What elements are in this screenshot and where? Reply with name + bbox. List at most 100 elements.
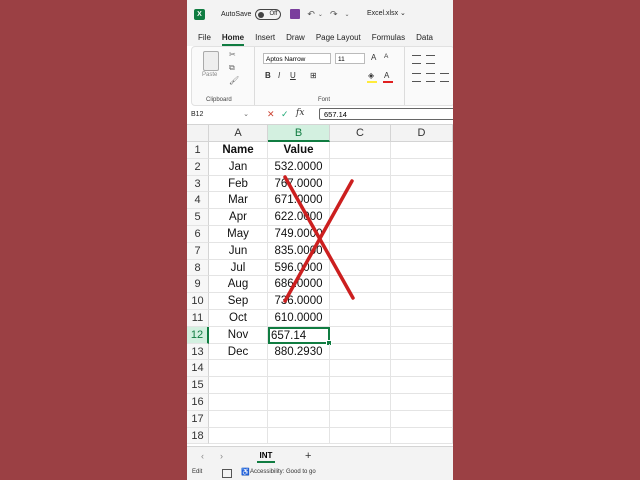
- row-header-13[interactable]: 13: [187, 343, 209, 361]
- column-header-a[interactable]: A: [209, 125, 268, 142]
- row-header-9[interactable]: 9: [187, 276, 209, 294]
- paste-icon[interactable]: [203, 51, 219, 71]
- row-header-8[interactable]: 8: [187, 259, 209, 277]
- add-sheet-button[interactable]: +: [305, 450, 311, 462]
- accessibility-icon[interactable]: ♿: [241, 468, 250, 476]
- row-header-1[interactable]: 1: [187, 142, 209, 159]
- row-header-12[interactable]: 12: [187, 326, 209, 344]
- cell-a3[interactable]: Feb: [209, 175, 268, 193]
- cut-icon[interactable]: ✂: [229, 50, 236, 59]
- file-name[interactable]: Excel.xlsx ⌄: [367, 9, 406, 17]
- cell-a11[interactable]: Oct: [209, 310, 268, 327]
- cell-c3[interactable]: [330, 175, 391, 193]
- cell-c11[interactable]: [330, 310, 391, 327]
- font-color-icon[interactable]: A: [384, 71, 389, 80]
- tab-home[interactable]: Home: [221, 33, 245, 46]
- cell-b17[interactable]: [268, 410, 330, 428]
- cell-d17[interactable]: [391, 410, 453, 428]
- row-header-4[interactable]: 4: [187, 192, 209, 210]
- cell-b6[interactable]: 749.0000: [268, 226, 330, 243]
- redo-icon[interactable]: ↷: [330, 9, 338, 20]
- cell-b1[interactable]: Value: [268, 142, 330, 159]
- cell-a13[interactable]: Dec: [209, 343, 268, 361]
- row-header-15[interactable]: 15: [187, 377, 209, 394]
- cell-d7[interactable]: [391, 242, 453, 260]
- cell-d5[interactable]: [391, 209, 453, 226]
- row-header-11[interactable]: 11: [187, 310, 209, 327]
- cell-c17[interactable]: [330, 410, 391, 428]
- cell-b15[interactable]: [268, 377, 330, 394]
- row-header-6[interactable]: 6: [187, 226, 209, 243]
- bold-button[interactable]: B: [265, 71, 271, 80]
- cell-d8[interactable]: [391, 259, 453, 277]
- customize-toolbar-icon[interactable]: ⌄: [344, 11, 349, 18]
- cell-b5[interactable]: 622.0000: [268, 209, 330, 226]
- accessibility-status[interactable]: Accessibility: Good to go: [250, 469, 316, 475]
- cell-d16[interactable]: [391, 394, 453, 411]
- cell-d18[interactable]: [391, 427, 453, 445]
- cell-c2[interactable]: [330, 158, 391, 176]
- cell-a15[interactable]: [209, 377, 268, 394]
- cell-d9[interactable]: [391, 276, 453, 294]
- autosave-toggle[interactable]: Off: [255, 8, 282, 20]
- cell-c1[interactable]: [330, 142, 391, 159]
- cell-c18[interactable]: [330, 427, 391, 445]
- tab-page-layout[interactable]: Page Layout: [316, 33, 361, 42]
- increase-font-size-icon[interactable]: A: [371, 53, 376, 62]
- cell-a16[interactable]: [209, 394, 268, 411]
- cell-c15[interactable]: [330, 377, 391, 394]
- cell-c13[interactable]: [330, 343, 391, 361]
- copy-icon[interactable]: ⧉: [229, 63, 235, 73]
- cell-d10[interactable]: [391, 293, 453, 310]
- tab-file[interactable]: File: [198, 33, 211, 42]
- cell-b8[interactable]: 596.0000: [268, 259, 330, 277]
- cell-b14[interactable]: [268, 360, 330, 378]
- cell-b16[interactable]: [268, 394, 330, 411]
- cell-d13[interactable]: [391, 343, 453, 361]
- cell-a1[interactable]: Name: [209, 142, 268, 159]
- previous-sheet-icon[interactable]: ‹: [201, 451, 204, 461]
- cell-c8[interactable]: [330, 259, 391, 277]
- cell-d14[interactable]: [391, 360, 453, 378]
- cell-d1[interactable]: [391, 142, 453, 159]
- cell-b13[interactable]: 880.2930: [268, 343, 330, 361]
- row-header-2[interactable]: 2: [187, 158, 209, 176]
- cell-d3[interactable]: [391, 175, 453, 193]
- cell-c7[interactable]: [330, 242, 391, 260]
- next-sheet-icon[interactable]: ›: [220, 451, 223, 461]
- row-header-14[interactable]: 14: [187, 360, 209, 378]
- column-header-b[interactable]: B: [268, 125, 330, 142]
- spreadsheet-grid[interactable]: A B C D 1 Name Value 2 Jan 532.0000 3 Feb 767.00…: [187, 125, 453, 445]
- cell-d2[interactable]: [391, 158, 453, 176]
- cell-c16[interactable]: [330, 394, 391, 411]
- cell-c6[interactable]: [330, 226, 391, 243]
- italic-button[interactable]: I: [278, 71, 280, 80]
- cell-b7[interactable]: 835.0000: [268, 242, 330, 260]
- cell-a12[interactable]: Nov: [209, 326, 268, 344]
- cell-b10[interactable]: 736.0000: [268, 293, 330, 310]
- select-all-corner[interactable]: [187, 125, 209, 142]
- undo-icon[interactable]: ↶: [307, 9, 315, 20]
- align-right-icon[interactable]: [440, 73, 449, 82]
- cell-c12[interactable]: [330, 326, 391, 344]
- tab-draw[interactable]: Draw: [286, 33, 305, 42]
- align-center-icon[interactable]: [426, 73, 435, 82]
- tab-formulas[interactable]: Formulas: [372, 33, 405, 42]
- cell-b11[interactable]: 610.0000: [268, 310, 330, 327]
- font-size-select[interactable]: 11: [335, 53, 365, 64]
- cell-a8[interactable]: Jul: [209, 259, 268, 277]
- cell-a14[interactable]: [209, 360, 268, 378]
- cell-a9[interactable]: Aug: [209, 276, 268, 294]
- cell-a2[interactable]: Jan: [209, 158, 268, 176]
- sheet-tab-int[interactable]: INT: [257, 447, 275, 465]
- align-middle-icon[interactable]: [426, 55, 435, 64]
- save-icon[interactable]: [290, 9, 301, 19]
- column-header-c[interactable]: C: [330, 125, 391, 142]
- fill-color-icon[interactable]: ◈: [368, 71, 374, 80]
- cell-b18[interactable]: [268, 427, 330, 445]
- align-top-icon[interactable]: [412, 55, 421, 64]
- tab-data[interactable]: Data: [416, 33, 433, 42]
- decrease-font-size-icon[interactable]: A: [384, 53, 388, 60]
- row-header-18[interactable]: 18: [187, 427, 209, 445]
- borders-icon[interactable]: ⊞: [310, 71, 317, 80]
